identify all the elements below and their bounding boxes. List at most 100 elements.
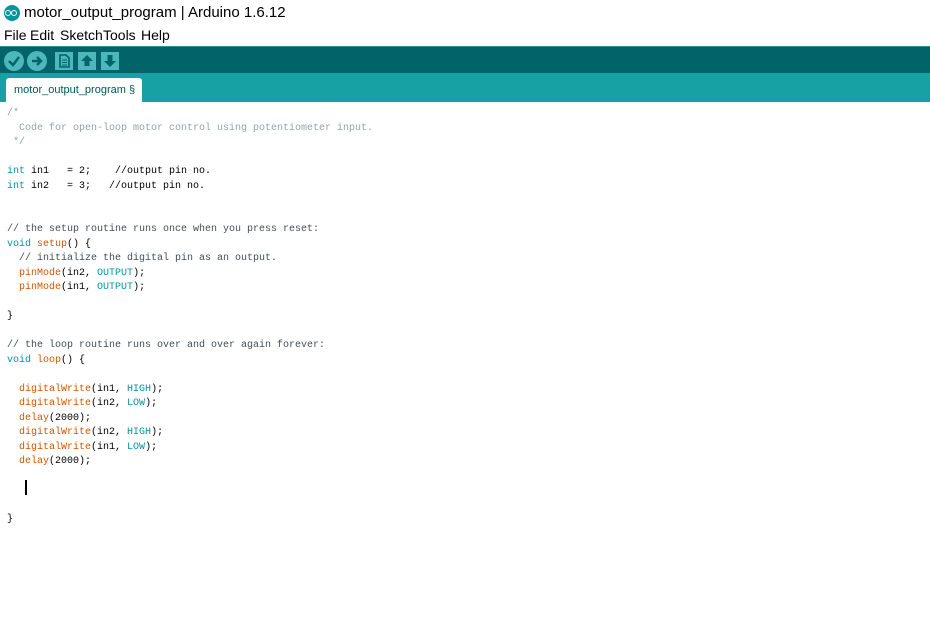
code-token: digitalWrite (19, 383, 92, 395)
code-line: ​ (7, 499, 373, 514)
code-token: loop (37, 354, 62, 366)
code-token: /* (7, 108, 20, 119)
code-token: // the loop routine runs over and over a… (7, 340, 326, 351)
code-token: LOW (127, 398, 146, 409)
verify-button[interactable] (4, 51, 24, 71)
code-token: (in2, (61, 267, 98, 279)
code-token: in2 = 3; //output pin no. (25, 180, 206, 192)
code-line: ​ (7, 209, 373, 224)
code-line: digitalWrite(in1, LOW); (7, 441, 373, 456)
menu-bar: File Edit Sketch Tools Help (0, 26, 930, 45)
code-line: ​ (7, 296, 373, 311)
code-token: () { (61, 354, 86, 366)
menu-tools[interactable]: Tools (103, 27, 136, 43)
tab-motor-output-program[interactable]: motor_output_program § (6, 78, 143, 102)
code-line: Code for open-loop motor control using p… (7, 122, 373, 137)
code-token: ); (145, 441, 158, 453)
code-token: pinMode (19, 282, 62, 293)
code-token: (in2, (91, 398, 128, 409)
code-token: (in1, (61, 282, 98, 293)
code-line: delay(2000); (7, 455, 373, 470)
tab-label: motor_output_program § (14, 84, 136, 96)
open-button[interactable] (78, 52, 96, 70)
upload-button[interactable] (27, 51, 47, 71)
code-text[interactable]: /* Code for open-loop motor control usin… (7, 107, 373, 528)
code-token: HIGH (127, 383, 152, 395)
menu-edit[interactable]: Edit (30, 27, 54, 43)
code-token: } (7, 311, 14, 322)
code-token: int (7, 166, 26, 177)
code-token: LOW (127, 441, 146, 453)
code-line: int in1 = 2; //output pin no. (7, 165, 373, 180)
arduino-logo-icon (4, 5, 20, 21)
code-token: delay (19, 456, 50, 467)
code-line: int in2 = 3; //output pin no. (7, 180, 373, 195)
code-token: () { (67, 238, 92, 250)
code-line: // the setup routine runs once when you … (7, 223, 373, 238)
code-line: digitalWrite(in2, HIGH); (7, 426, 373, 441)
tab-strip: motor_output_program § (0, 73, 930, 102)
code-token: ); (151, 427, 164, 438)
menu-help[interactable]: Help (141, 27, 170, 43)
save-button[interactable] (101, 52, 119, 70)
code-line: void loop() { (7, 354, 373, 369)
arrow-right-icon (32, 56, 43, 66)
code-token: digitalWrite (19, 398, 92, 409)
code-token: ); (145, 398, 158, 409)
code-line: pinMode(in2, OUTPUT); (7, 267, 373, 282)
code-token: ); (151, 383, 164, 395)
text-cursor (25, 480, 27, 495)
code-line: ​ (7, 484, 373, 499)
code-token: digitalWrite (19, 441, 92, 453)
code-token: (in1, (91, 441, 128, 453)
code-line: } (7, 513, 373, 528)
code-line: void setup() { (7, 238, 373, 253)
code-token: Code for open-loop motor control using p… (7, 122, 374, 134)
code-line: ​ (7, 151, 373, 166)
code-token: ); (133, 267, 146, 279)
code-token: in1 = 2; //output pin no. (25, 166, 212, 177)
code-token: (2000); (49, 412, 92, 424)
code-line: digitalWrite(in2, LOW); (7, 397, 373, 412)
code-line: */ (7, 136, 373, 151)
new-sketch-button[interactable] (55, 52, 73, 70)
code-token: HIGH (127, 427, 152, 438)
code-token: void (7, 354, 32, 366)
code-line: digitalWrite(in1, HIGH); (7, 383, 373, 398)
check-icon (8, 56, 20, 67)
code-token: ); (133, 282, 146, 293)
code-token: delay (19, 412, 50, 424)
code-token: OUTPUT (97, 267, 134, 279)
code-token: // the setup routine runs once when you … (7, 224, 320, 235)
toolbar (0, 46, 930, 74)
menu-sketch[interactable]: Sketch (60, 27, 103, 43)
code-line: // the loop routine runs over and over a… (7, 339, 373, 354)
code-line: // initialize the digital pin as an outp… (7, 252, 373, 267)
code-line: ​ (7, 368, 373, 383)
code-editor[interactable]: /* Code for open-loop motor control usin… (0, 102, 930, 629)
code-token: pinMode (19, 267, 62, 279)
code-token: int (7, 180, 26, 192)
code-token: setup (37, 238, 68, 250)
arrow-down-icon (104, 55, 116, 67)
code-line: delay(2000); (7, 412, 373, 427)
code-token: */ (7, 137, 26, 148)
title-bar: motor_output_program | Arduino 1.6.12 (0, 0, 930, 26)
code-line: ​ (7, 194, 373, 209)
menu-file[interactable]: File (4, 27, 27, 43)
code-token: // initialize the digital pin as an outp… (7, 253, 278, 264)
code-token: (2000); (49, 456, 92, 467)
code-token: (in1, (91, 383, 128, 395)
code-line: /* (7, 107, 373, 122)
code-token: void (7, 238, 32, 250)
code-line: } (7, 310, 373, 325)
file-icon (59, 54, 70, 68)
